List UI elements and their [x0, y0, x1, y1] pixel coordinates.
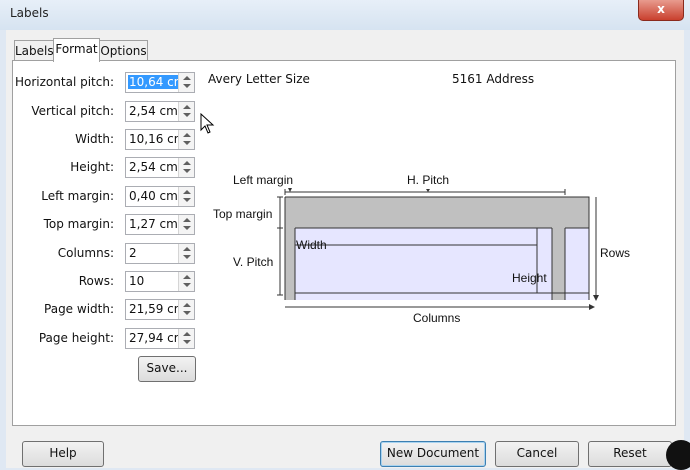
save-button[interactable]: Save...	[138, 356, 196, 382]
close-button[interactable]: x	[638, 0, 684, 21]
columns-label: Columns:	[57, 246, 114, 260]
height-label: Height:	[70, 160, 114, 174]
tab-labels[interactable]: Labels	[14, 40, 54, 61]
label-brand: Avery Letter Size	[208, 72, 310, 86]
top-margin-spin-buttons[interactable]	[178, 215, 194, 234]
vertical-pitch-spin-buttons[interactable]	[178, 102, 194, 121]
height-field[interactable]: 2,54 cm	[125, 157, 195, 178]
label-type: 5161 Address	[452, 72, 535, 86]
vertical-pitch-field[interactable]: 2,54 cm	[125, 101, 195, 122]
left-margin-field[interactable]: 0,40 cm	[125, 186, 195, 207]
rows-value[interactable]: 10	[129, 274, 144, 288]
columns-value[interactable]: 2	[129, 246, 137, 260]
width-diagram-label: Width	[296, 238, 327, 252]
rows-diagram-label: Rows	[600, 246, 630, 260]
h-pitch-diagram-label: H. Pitch	[407, 173, 449, 187]
height-diagram-label: Height	[512, 271, 547, 285]
vertical-pitch-value[interactable]: 2,54 cm	[129, 104, 178, 118]
help-button[interactable]: Help	[22, 441, 104, 467]
columns-field[interactable]: 2	[125, 243, 195, 264]
width-label: Width:	[75, 132, 114, 146]
page-width-value[interactable]: 21,59 cm	[129, 302, 185, 316]
corner-overlay	[666, 440, 690, 470]
title-bar: Labels x	[0, 0, 690, 30]
vertical-pitch-label: Vertical pitch:	[31, 104, 114, 118]
width-field[interactable]: 10,16 cm	[125, 129, 195, 150]
height-spin-buttons[interactable]	[178, 158, 194, 177]
left-margin-value[interactable]: 0,40 cm	[129, 189, 178, 203]
rows-spin-buttons[interactable]	[178, 272, 194, 291]
left-margin-diagram-label: Left margin	[233, 173, 293, 187]
page-width-spin-buttons[interactable]	[178, 300, 194, 319]
top-margin-band	[285, 197, 589, 228]
page-width-label: Page width:	[44, 302, 114, 316]
window-title: Labels	[10, 6, 49, 20]
page-width-field[interactable]: 21,59 cm	[125, 299, 195, 320]
top-margin-value[interactable]: 1,27 cm	[129, 217, 178, 231]
horizontal-pitch-field[interactable]: 10,64 cm	[125, 72, 195, 93]
tab-options[interactable]: Options	[99, 40, 148, 61]
left-margin-spin-buttons[interactable]	[178, 187, 194, 206]
width-value[interactable]: 10,16 cm	[129, 132, 185, 146]
cancel-button[interactable]: Cancel	[495, 441, 579, 467]
reset-button[interactable]: Reset	[588, 441, 672, 467]
width-spin-buttons[interactable]	[178, 130, 194, 149]
page-height-spin-buttons[interactable]	[178, 329, 194, 348]
top-margin-field[interactable]: 1,27 cm	[125, 214, 195, 235]
left-margin-label: Left margin:	[41, 189, 114, 203]
page-height-value[interactable]: 27,94 cm	[129, 331, 185, 345]
page-height-label: Page height:	[38, 331, 114, 345]
horizontal-pitch-label: Horizontal pitch:	[15, 75, 114, 89]
mouse-cursor-icon	[200, 113, 215, 134]
top-margin-diagram-label: Top margin	[213, 207, 272, 221]
rows-label: Rows:	[78, 274, 114, 288]
top-margin-label: Top margin:	[43, 217, 114, 231]
label-layout-diagram: Left margin H. Pitch Top margin V. Pitch…	[213, 173, 630, 325]
new-document-button[interactable]: New Document	[380, 441, 486, 467]
rows-field[interactable]: 10	[125, 271, 195, 292]
horizontal-pitch-spin-buttons[interactable]	[178, 73, 194, 92]
v-pitch-diagram-label: V. Pitch	[233, 255, 273, 269]
columns-diagram-label: Columns	[413, 311, 460, 325]
column-gap-band	[552, 228, 565, 300]
columns-spin-buttons[interactable]	[178, 244, 194, 263]
page-height-field[interactable]: 27,94 cm	[125, 328, 195, 349]
left-margin-band	[285, 197, 295, 300]
height-value[interactable]: 2,54 cm	[129, 160, 178, 174]
tab-format[interactable]: Format	[53, 38, 100, 62]
